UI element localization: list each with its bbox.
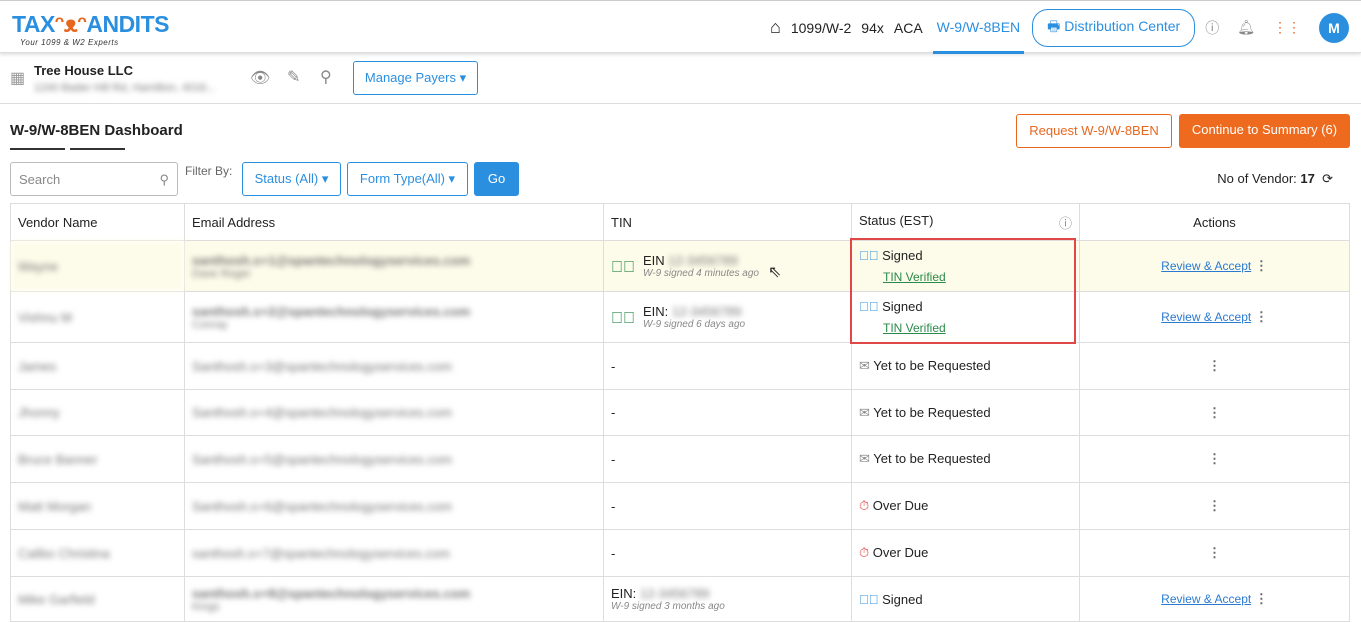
table-row: Jhonny Santhosh.s+4@spantechnologyservice… <box>10 389 1350 436</box>
table-row: Calibo Christina santhosh.s+7@spantechnol… <box>10 529 1350 577</box>
page-title: W-9/W-8BEN Dashboard <box>10 122 183 139</box>
more-icon[interactable]: ⋮ <box>1255 309 1268 324</box>
payer-name: Tree House LLC <box>34 63 133 78</box>
top-bar: TAXᵔᴥᵔANDITS Your 1099 & W2 Experts ⌂ 10… <box>0 0 1361 54</box>
mail-icon: ✉ <box>859 404 870 420</box>
status-filter[interactable]: Status (All) ▾ <box>242 162 341 196</box>
more-icon[interactable]: ⋮ <box>1208 405 1221 420</box>
table-row: Vishnu Msanthosh.s+2@spantechnologyservi… <box>10 291 1350 343</box>
col-vendor: Vendor Name <box>10 203 185 241</box>
search-icon[interactable]: ⚲ <box>320 67 332 87</box>
review-accept-link[interactable]: Review & Accept <box>1161 259 1251 273</box>
mail-icon: ✉ <box>859 358 870 373</box>
col-tin: TIN <box>603 203 852 241</box>
check-circle-icon: ✓⃝ <box>611 310 635 327</box>
col-actions: Actions <box>1079 203 1350 241</box>
review-accept-link[interactable]: Review & Accept <box>1161 592 1251 606</box>
timer-icon: ⏱ <box>859 498 870 513</box>
refresh-icon[interactable]: ⟳ <box>1322 171 1333 186</box>
home-icon[interactable]: ⌂ <box>770 17 781 38</box>
vendor-count: No of Vendor: 17 ⟳ <box>1217 171 1333 186</box>
table-row: Matt Morgan Santhosh.s+6@spantechnologyse… <box>10 482 1350 530</box>
nav-w9[interactable]: W-9/W-8BEN <box>932 1 1025 54</box>
edit-icon[interactable]: ✎ <box>287 67 300 87</box>
go-button[interactable]: Go <box>474 162 519 196</box>
nav-1099[interactable]: 1099/W-2 <box>791 20 851 36</box>
manage-payers-button[interactable]: Manage Payers ▾ <box>353 61 478 95</box>
table-row: Bruce Banner Santhosh.s+5@spantechnologys… <box>10 435 1350 483</box>
request-w9-button[interactable]: Request W-9/W-8BEN <box>1016 114 1172 148</box>
more-icon[interactable]: ⋮ <box>1208 451 1221 466</box>
more-icon[interactable]: ⋮ <box>1208 358 1221 373</box>
search-icon: ⚲ <box>159 172 169 187</box>
building-icon: ▦ <box>10 70 26 87</box>
check-circle-icon: ✓⃝ <box>611 259 635 276</box>
mouse-cursor: ⇖ <box>768 264 782 281</box>
help-icon[interactable]: ⓘ <box>1205 18 1219 38</box>
info-icon[interactable]: ⓘ <box>1059 213 1072 232</box>
more-icon[interactable]: ⋮ <box>1255 258 1268 273</box>
review-accept-link[interactable]: Review & Accept <box>1161 310 1251 324</box>
table-row: Wayne santhosh.s+1@spantechnologyservices… <box>10 240 1350 292</box>
nav-94x[interactable]: 94x <box>861 20 884 36</box>
col-status: Status (EST) ⓘ <box>851 203 1080 241</box>
continue-summary-button[interactable]: Continue to Summary (6) <box>1179 114 1350 148</box>
search-input[interactable]: Search ⚲ <box>10 162 178 196</box>
timer-icon: ⏱ <box>859 545 870 560</box>
apps-grid-icon[interactable]: ⋮⋮ <box>1273 19 1301 36</box>
more-icon[interactable]: ⋮ <box>1208 545 1221 560</box>
table-row: Mike Garfield santhosh.s+8@spantechnology… <box>10 576 1350 622</box>
nav-aca[interactable]: ACA <box>894 20 923 36</box>
distribution-center-button[interactable]: 🖶 Distribution Center <box>1032 8 1196 47</box>
avatar[interactable]: M <box>1319 12 1349 43</box>
more-icon[interactable]: ⋮ <box>1208 498 1221 513</box>
form-type-filter[interactable]: Form Type(All) ▾ <box>347 162 468 196</box>
col-email: Email Address <box>184 203 604 241</box>
logo[interactable]: TAXᵔᴥᵔANDITS Your 1099 & W2 Experts <box>12 11 169 47</box>
payer-bar: ▦ Tree House LLC 1240 Bader Hill Rd, Ham… <box>0 54 1361 104</box>
vendor-table: Vendor Name Email Address TIN Status (ES… <box>10 203 1350 622</box>
mail-icon: ✉ <box>859 451 870 466</box>
bell-icon[interactable]: 🔔︎ <box>1237 19 1255 36</box>
highlight-box <box>850 238 1076 344</box>
more-icon[interactable]: ⋮ <box>1255 591 1268 606</box>
signed-check-icon: ✓⃝ <box>859 591 879 607</box>
eye-icon[interactable]: 👁︎ <box>250 68 270 88</box>
table-row: James Santhosh.s+3@spantechnologyservices… <box>10 342 1350 390</box>
